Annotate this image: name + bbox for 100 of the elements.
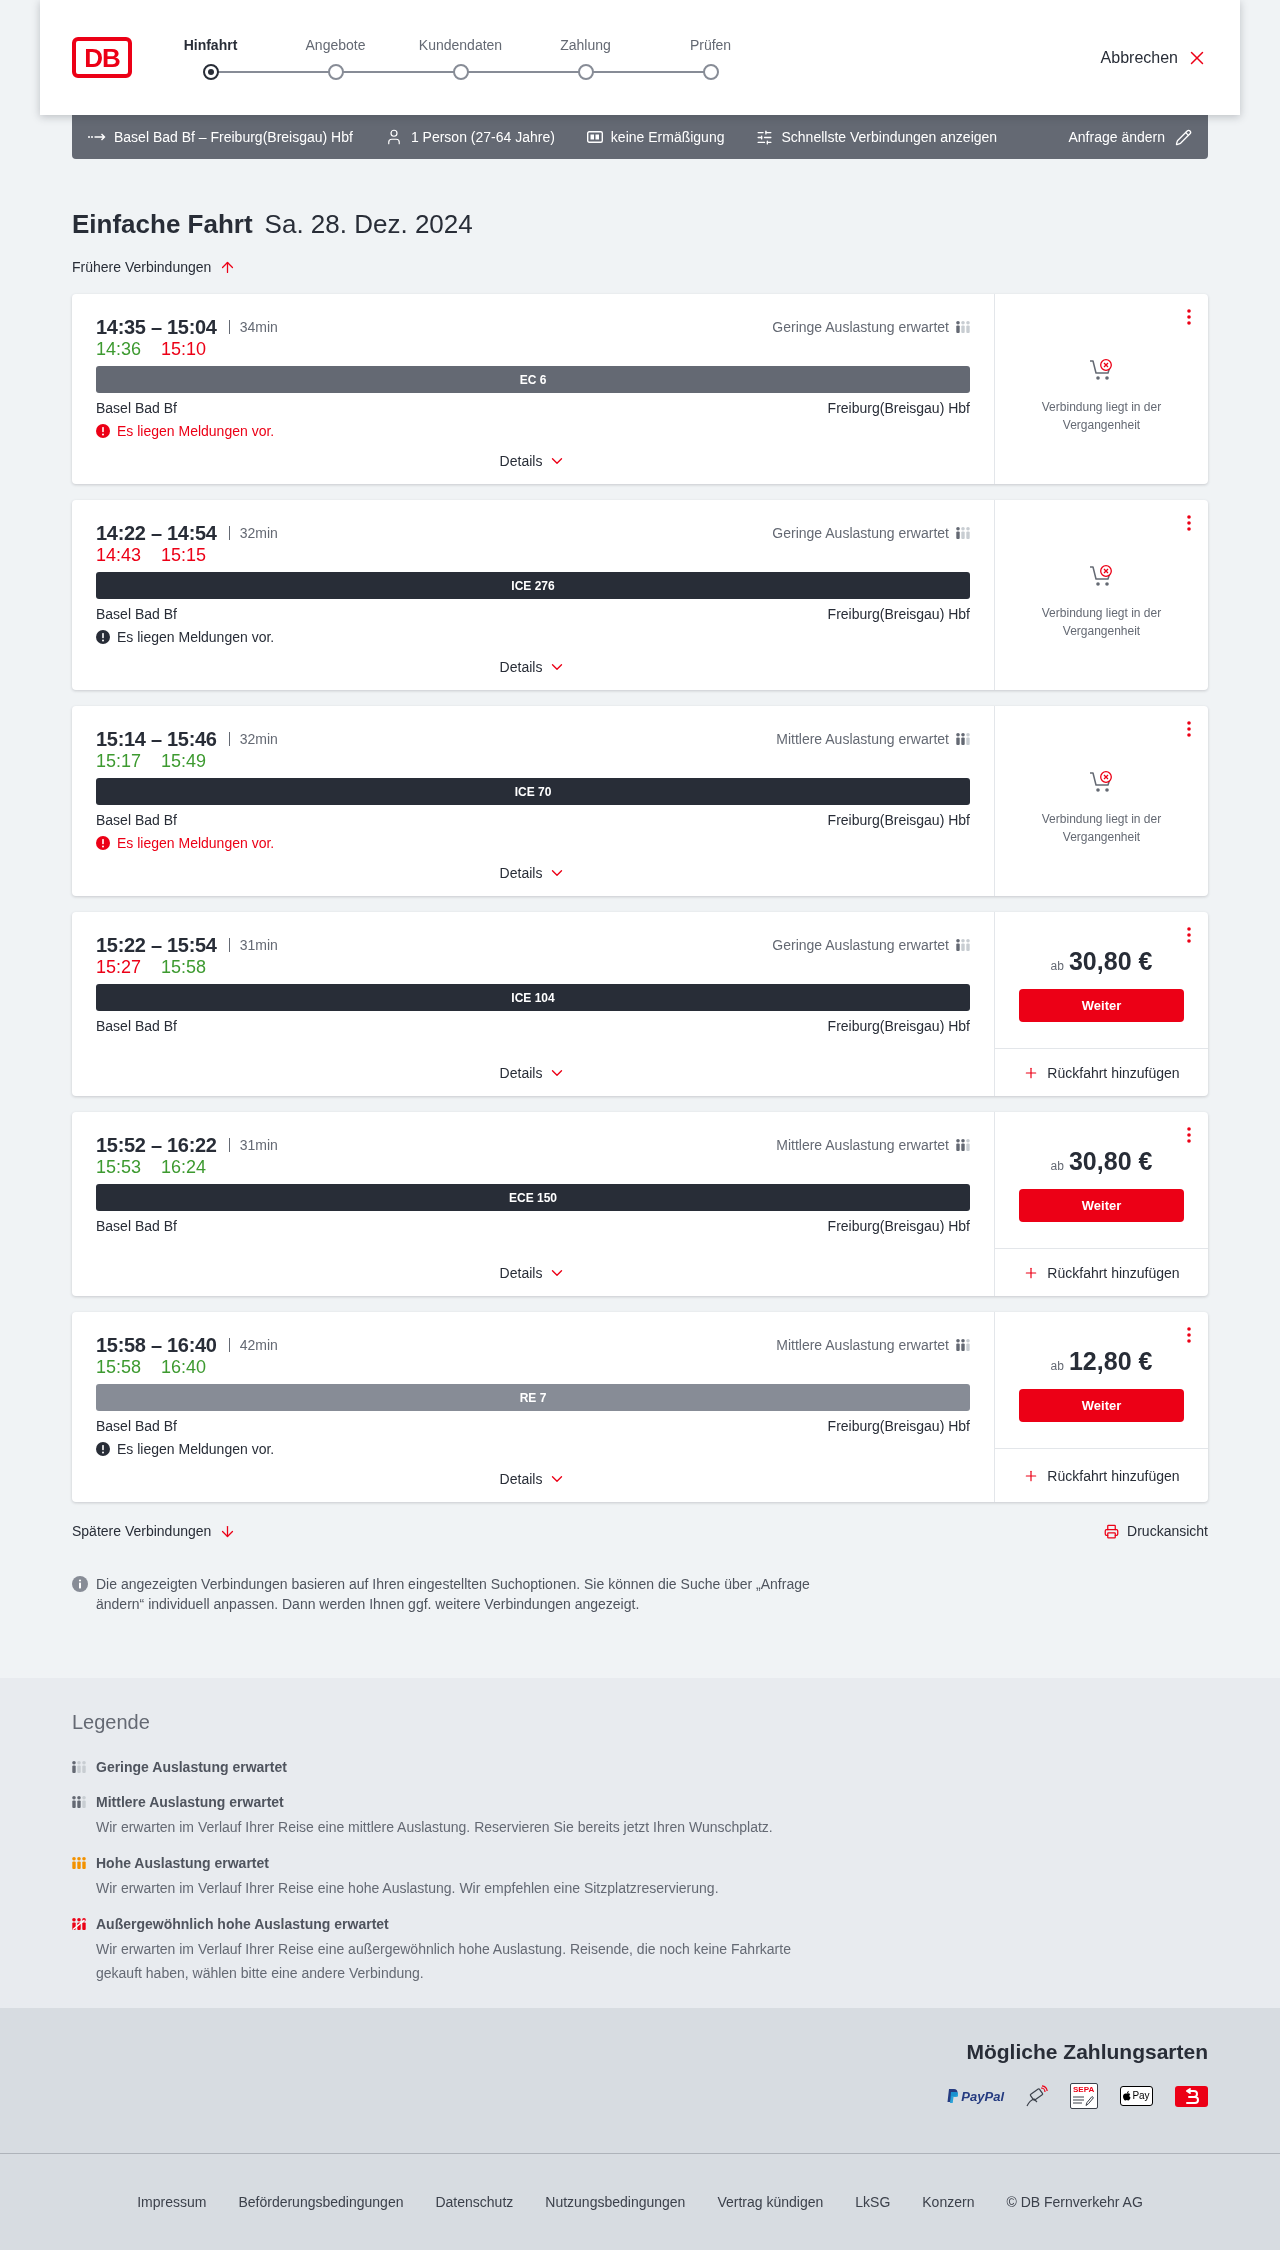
departure-station: Basel Bad Bf xyxy=(96,1217,177,1236)
departure-station: Basel Bad Bf xyxy=(96,399,177,418)
planned-time: 15:14 – 15:46 xyxy=(96,728,217,750)
arrival-station: Freiburg(Breisgau) Hbf xyxy=(827,1017,970,1036)
arrival-station: Freiburg(Breisgau) Hbf xyxy=(827,605,970,624)
more-options-button[interactable] xyxy=(1187,721,1191,737)
train-bar: ICE 276 xyxy=(96,572,970,599)
message-text: Es liegen Meldungen vor. xyxy=(117,628,275,647)
cart-unavailable-icon xyxy=(1088,770,1115,794)
step-label: Angebote xyxy=(305,35,366,54)
cart-unavailable-icon xyxy=(1088,564,1115,588)
arrival-station: Freiburg(Breisgau) Hbf xyxy=(827,811,970,830)
footer-link[interactable]: Datenschutz xyxy=(435,2194,514,2210)
earlier-connections-link[interactable]: Frühere Verbindungen xyxy=(72,257,237,277)
alert-icon xyxy=(96,630,110,644)
actual-time: 16:40 xyxy=(161,1356,207,1378)
legend-description: Wir erwarten im Verlauf Ihrer Reise eine mittlere Auslastung. Reservieren Sie bereits jetzt Ihren Wunschplatz. xyxy=(96,1818,774,1837)
later-connections-link[interactable]: Spätere Verbindungen xyxy=(72,1521,237,1541)
travel-duration: 31min xyxy=(239,1137,278,1153)
more-options-button[interactable] xyxy=(1187,927,1191,943)
continue-button[interactable]: Weiter xyxy=(1019,989,1184,1022)
footer-link[interactable]: Beförderungsbedingungen xyxy=(238,2194,404,2210)
edit-request-button[interactable]: Anfrage ändern xyxy=(1068,128,1192,146)
footer-link[interactable]: Nutzungsbedingungen xyxy=(545,2194,686,2210)
more-options-button[interactable] xyxy=(1187,515,1191,531)
price: 12,80 € xyxy=(1068,1346,1153,1376)
departure-station: Basel Bad Bf xyxy=(96,605,177,624)
continue-button[interactable]: Weiter xyxy=(1019,1389,1184,1422)
route-arrow-icon xyxy=(88,133,106,141)
legend-label: Geringe Auslastung erwartet xyxy=(96,1758,288,1777)
legend-title: Legende xyxy=(72,1710,151,1735)
train-bar: ICE 70 xyxy=(96,778,970,805)
occupancy-label: Geringe Auslastung erwartet xyxy=(772,937,949,953)
step-label: Prüfen xyxy=(689,35,732,54)
actual-time: 15:49 xyxy=(161,750,207,772)
details-button[interactable]: Details xyxy=(499,1053,567,1083)
message-text: Es liegen Meldungen vor. xyxy=(117,1440,275,1459)
db-logo[interactable]: DB xyxy=(72,37,132,78)
travel-duration: 34min xyxy=(239,319,278,335)
paypal-mark-icon xyxy=(947,2089,959,2103)
planned-time: 14:35 – 15:04 xyxy=(96,316,217,338)
travel-date: Sa. 28. Dez. 2024 xyxy=(264,208,473,240)
footer-link[interactable]: Impressum xyxy=(137,2194,207,2210)
price-prefix: ab xyxy=(1050,1159,1064,1173)
planned-time: 15:52 – 16:22 xyxy=(96,1134,217,1156)
footer-link[interactable]: Vertrag kündigen xyxy=(717,2194,824,2210)
more-options-button[interactable] xyxy=(1187,1127,1191,1143)
step-label: Hinfahrt xyxy=(183,35,238,54)
add-return-trip-button[interactable]: Rückfahrt hinzufügen xyxy=(995,1048,1208,1096)
details-button[interactable]: Details xyxy=(499,853,567,883)
apple-pay-label: Pay xyxy=(1132,2091,1150,2101)
route-text: Basel Bad Bf – Freiburg(Breisgau) Hbf xyxy=(114,129,353,145)
contactless-card-icon xyxy=(1026,2085,1048,2107)
alert-icon xyxy=(96,836,110,850)
discount-card-icon xyxy=(586,131,603,143)
add-return-trip-button[interactable]: Rückfahrt hinzufügen xyxy=(995,1248,1208,1296)
travel-duration: 32min xyxy=(239,731,278,747)
footer-link[interactable]: LkSG xyxy=(855,2194,891,2210)
legend-description: Wir erwarten im Verlauf Ihrer Reise eine hohe Auslastung. Wir empfehlen eine Sitzplatzreservierung. xyxy=(96,1879,720,1898)
payment-title: Mögliche Zahlungsarten xyxy=(966,2040,1208,2064)
apple-icon xyxy=(1123,2091,1132,2101)
actual-time: 15:58 xyxy=(96,1356,142,1378)
continue-button[interactable]: Weiter xyxy=(1019,1189,1184,1222)
search-notice-text: Die angezeigten Verbindungen basieren auf Ihren eingestellten Suchoptionen. Sie können die Suche über „Anfrage ändern“ individuell anpassen. Dann werden Ihnen ggf. weitere Verbindungen angezeigt. xyxy=(96,1575,811,1614)
discount-text: keine Ermäßigung xyxy=(610,129,725,145)
occupancy-icon xyxy=(72,1918,86,1930)
legend-label: Mittlere Auslastung erwartet xyxy=(96,1793,285,1812)
printer-icon xyxy=(1104,1523,1120,1539)
details-button[interactable]: Details xyxy=(499,1253,567,1283)
page-title: Einfache Fahrt xyxy=(72,208,253,240)
travel-duration: 31min xyxy=(239,937,278,953)
alert-icon xyxy=(96,424,110,438)
paypal-wordmark: PayPal xyxy=(961,2088,1004,2104)
actual-time: 15:53 xyxy=(96,1156,142,1178)
travellers-text: 1 Person (27-64 Jahre) xyxy=(410,129,555,145)
departure-station: Basel Bad Bf xyxy=(96,811,177,830)
more-options-button[interactable] xyxy=(1187,1327,1191,1343)
more-options-button[interactable] xyxy=(1187,309,1191,325)
past-connection-note: Verbindung liegt in der Vergangenheit xyxy=(1040,399,1163,434)
past-connection-note: Verbindung liegt in der Vergangenheit xyxy=(1040,811,1163,846)
occupancy-label: Geringe Auslastung erwartet xyxy=(772,319,949,335)
occupancy-icon xyxy=(956,1339,970,1351)
details-button[interactable]: Details xyxy=(499,441,567,471)
occupancy-icon xyxy=(72,1796,86,1808)
price-prefix: ab xyxy=(1050,959,1064,973)
actual-time: 15:17 xyxy=(96,750,142,772)
pencil-icon xyxy=(1175,128,1192,146)
past-connection-note: Verbindung liegt in der Vergangenheit xyxy=(1040,605,1163,640)
print-view-link[interactable]: Druckansicht xyxy=(1104,1521,1208,1541)
actual-time: 14:43 xyxy=(96,544,142,566)
train-bar: ECE 150 xyxy=(96,1184,970,1211)
arrival-station: Freiburg(Breisgau) Hbf xyxy=(827,1217,970,1236)
footer-link[interactable]: Konzern xyxy=(922,2194,975,2210)
details-button[interactable]: Details xyxy=(499,1459,567,1489)
travel-duration: 42min xyxy=(239,1337,278,1353)
planned-time: 15:22 – 15:54 xyxy=(96,934,217,956)
cancel-button[interactable]: Abbrechen xyxy=(1100,46,1208,69)
details-button[interactable]: Details xyxy=(499,647,567,677)
more-options-icon xyxy=(1187,515,1191,531)
add-return-trip-button[interactable]: Rückfahrt hinzufügen xyxy=(995,1448,1208,1502)
